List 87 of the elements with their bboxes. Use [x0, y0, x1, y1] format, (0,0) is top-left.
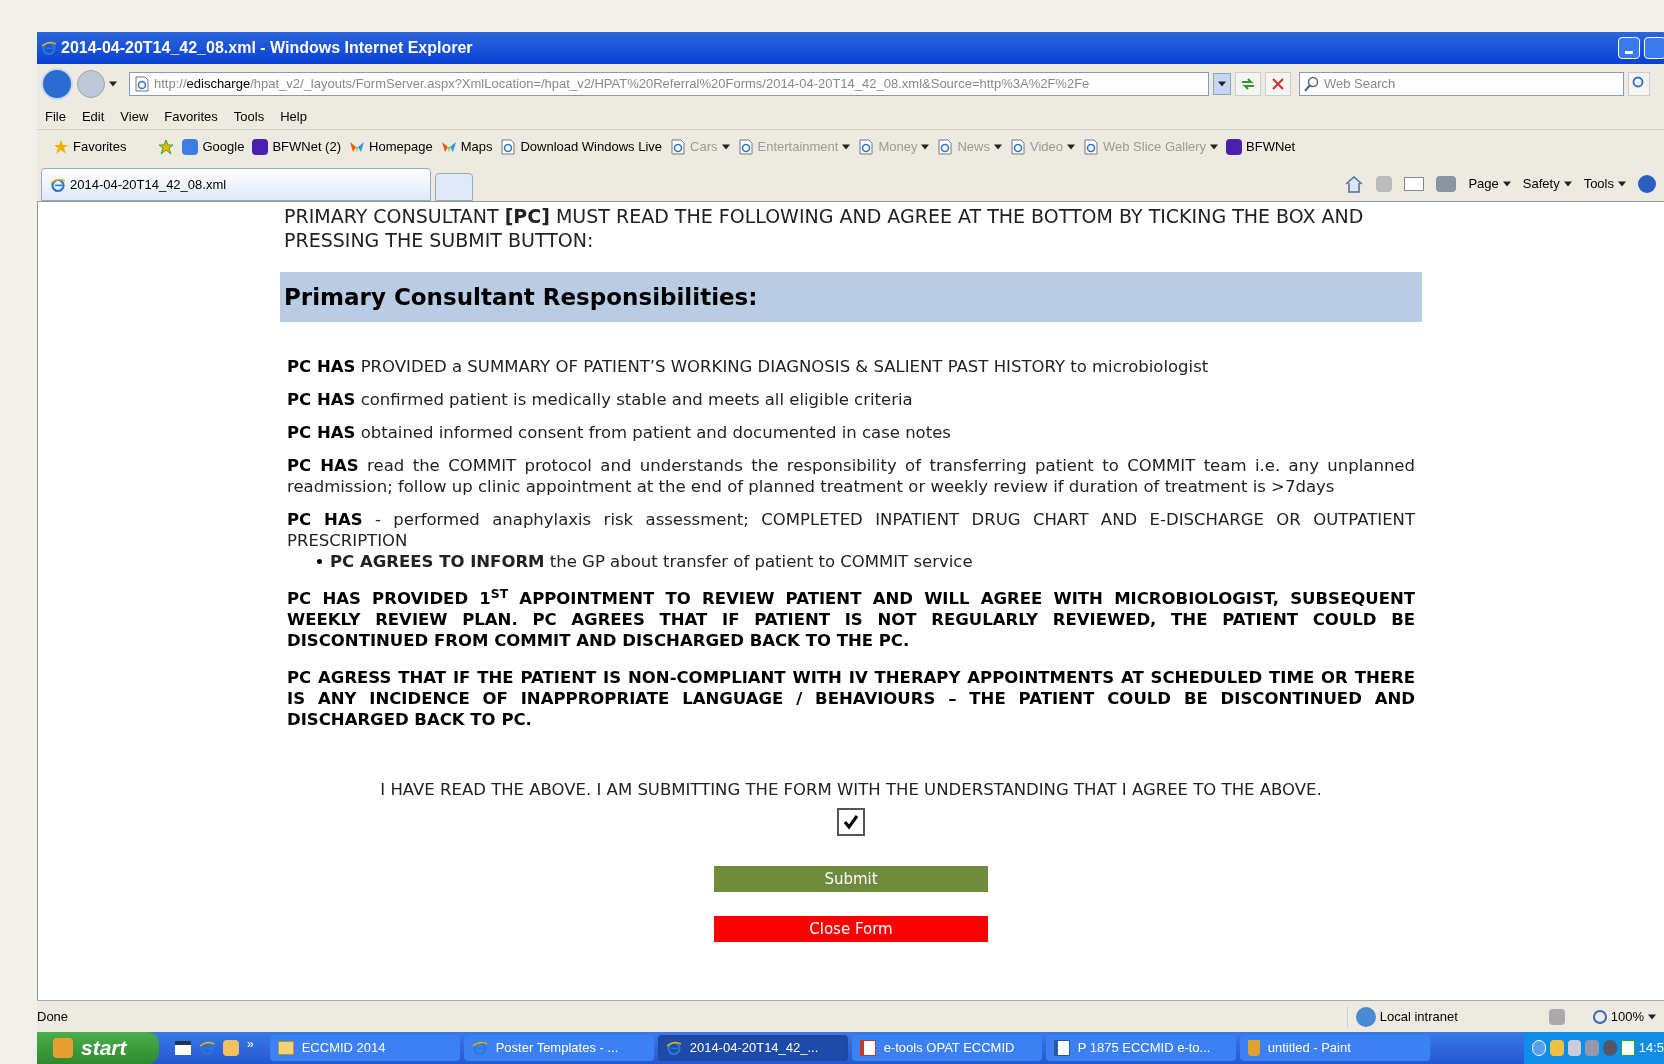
- browser-icon: [665, 1040, 682, 1056]
- stop-button[interactable]: [1265, 72, 1291, 96]
- browser-icon: [50, 176, 66, 193]
- close-form-button[interactable]: Close Form: [714, 916, 988, 942]
- responsibility-text: PC HAS PROVIDED a SUMMARY OF PATIENT’S WORKING DIAGNOSIS & SALIENT PAST HISTORY to microbiologist: [287, 356, 1210, 377]
- zoom-button[interactable]: 100%: [1592, 1006, 1656, 1027]
- home-icon[interactable]: [1344, 174, 1365, 194]
- responsibility-text: PC HAS obtained informed consent from patient and documented in case notes: [287, 422, 952, 443]
- caret-icon: [1563, 181, 1572, 187]
- favorite-link[interactable]: Download Windows Live: [500, 137, 663, 157]
- caret-icon: [109, 81, 117, 87]
- page-icon: [1083, 139, 1099, 155]
- favorite-link[interactable]: Maps: [440, 137, 493, 157]
- menu-item[interactable]: Favorites: [164, 106, 218, 127]
- caret-icon: [1618, 181, 1626, 187]
- new-tab-button[interactable]: [435, 173, 473, 201]
- favorite-link[interactable]: Google: [182, 137, 245, 157]
- page-icon: [670, 139, 687, 155]
- bullet-icon: [317, 559, 322, 564]
- intro-text: PRIMARY CONSULTANT [PC] MUST READ THE FOLLOWING AND AGREE AT THE BOTTOM BY TICKING THE BOX AND PRESSING THE SUBMIT BUTTON:: [283, 204, 1365, 252]
- caret-icon: [1210, 144, 1219, 150]
- command-menu[interactable]: Safety: [1522, 174, 1572, 194]
- favorite-link[interactable]: BFWNet (2): [252, 137, 341, 157]
- taskbar-button[interactable]: e-tools OPAT ECCMID: [851, 1035, 1042, 1061]
- taskbar-button[interactable]: ECCMID 2014: [269, 1035, 460, 1061]
- folder-icon: [277, 1041, 294, 1055]
- favorite-link[interactable]: Homepage: [349, 137, 433, 157]
- menu-item[interactable]: Help: [280, 106, 307, 127]
- command-menu[interactable]: Tools: [1583, 174, 1626, 194]
- caret-icon: [842, 144, 851, 150]
- dropdown-button[interactable]: [1213, 73, 1231, 95]
- caret-icon: [1502, 181, 1511, 187]
- agree-checkbox[interactable]: [837, 808, 865, 836]
- page-icon: [134, 76, 150, 92]
- responsibility-text: PC AGREES TO INFORM the GP about transfer of patient to COMMIT service: [330, 551, 973, 572]
- favorites-button[interactable]: Favorites: [53, 137, 127, 157]
- menu-item[interactable]: Tools: [233, 106, 265, 127]
- window-title: 2014-04-20T14_42_08.xml - Windows Internet Explorer: [61, 38, 473, 58]
- page-icon: [937, 139, 954, 155]
- caret-icon: [1067, 144, 1075, 150]
- desktop-icon[interactable]: [175, 1041, 191, 1055]
- menu-item[interactable]: View: [120, 106, 149, 127]
- clock-text: 14:5: [1638, 1039, 1664, 1058]
- zone-label: Local intranet: [1379, 1007, 1458, 1026]
- responsibility-text: PC HAS read the COMMIT protocol and understands the responsibility of transferring patient to COMMIT team i.e. any unplanned readmission; follow up clinic appointment at the end of planned treatment or weekly review if duration of treatment is >7days: [287, 455, 1415, 497]
- menu-item[interactable]: Edit: [81, 106, 105, 127]
- menu-item[interactable]: File: [45, 106, 66, 127]
- taskbar-button[interactable]: Poster Templates - ...: [463, 1035, 654, 1061]
- caret-icon: [994, 144, 1002, 150]
- caret-icon: [1218, 81, 1226, 87]
- taskbar-button[interactable]: 2014-04-20T14_42_...: [657, 1035, 848, 1061]
- forward-button[interactable]: [77, 70, 105, 98]
- agreement-terms: PC HAS PROVIDED 1$^{ST}$ APPOINTMENT TO REVIEW PATIENT AND WILL AGREE WITH MICROBIOLOGIST, SUBSEQUENT WEEKLY REVIEW PLAN. PC AGREES THAT IF PATIENT IS NOT REGULARLY REVIEWED, THE PATIENT COULD BE DISCONTINUED FROM COMMIT AND DISCHARGED BACK TO THE PC.: [287, 588, 1415, 651]
- star-icon: [53, 139, 69, 155]
- page-icon: [500, 139, 517, 155]
- caret-icon: [721, 144, 730, 150]
- start-button[interactable]: start: [37, 1032, 159, 1064]
- browser-icon: [471, 1040, 488, 1056]
- browser-tab[interactable]: 2014-04-20T14_42_08.xml: [41, 168, 431, 201]
- taskbar-button[interactable]: P 1875 ECCMID e-to...: [1045, 1035, 1236, 1061]
- browser-icon: [199, 1040, 215, 1056]
- caret-icon: [1648, 1013, 1656, 1020]
- command-menu[interactable]: Page: [1468, 174, 1511, 194]
- agreement-terms: PC AGRESS THAT IF THE PATIENT IS NON-COMPLIANT WITH IV THERAPY APPOINTMENTS AT SCHEDULED TIME OR THERE IS ANY INCIDENCE OF INAPPROPRIATE LANGUAGE / BEHAVIOURS – THE PATIENT COULD BE DISCONTINUED AND DISCHARGED BACK TO PC.: [287, 667, 1415, 730]
- status-text: Done: [37, 1007, 69, 1026]
- section-title: Primary Consultant Responsibilities:: [284, 282, 758, 312]
- submit-button[interactable]: Submit: [714, 866, 988, 892]
- search-button[interactable]: [1628, 72, 1650, 96]
- search-field[interactable]: Web Search: [1299, 72, 1624, 96]
- add-favorite-icon[interactable]: [158, 139, 175, 155]
- browser-icon: [41, 40, 57, 56]
- responsibility-text: PC HAS confirmed patient is medically stable and meets all eligible criteria: [287, 389, 914, 410]
- caret-icon: [921, 144, 930, 150]
- taskbar-button[interactable]: untitled - Paint: [1239, 1035, 1430, 1061]
- more-button[interactable]: »: [247, 1035, 254, 1053]
- close-icon: [1272, 78, 1284, 90]
- page-icon: [858, 139, 875, 155]
- agreement-statement: I HAVE READ THE ABOVE. I AM SUBMITTING THE FORM WITH THE UNDERSTANDING THAT I AGREE TO THE ABOVE.: [380, 780, 1322, 800]
- favorite-link[interactable]: BFWNet: [1226, 137, 1296, 157]
- refresh-icon: [1240, 76, 1256, 92]
- address-field[interactable]: http://edischarge/hpat_v2/_layouts/FormServer.aspx?XmlLocation=/hpat_v2/HPAT%20Referral%20Forms/2014-04-20T14_42_08.xml&Source=http%3A%2F%2Fe: [129, 72, 1209, 96]
- restore-button[interactable]: [1644, 37, 1664, 59]
- minimize-button[interactable]: [1618, 37, 1640, 59]
- checkmark-icon: [843, 814, 859, 830]
- back-button[interactable]: [41, 68, 73, 100]
- page-icon: [1010, 139, 1026, 155]
- page-icon: [737, 139, 754, 155]
